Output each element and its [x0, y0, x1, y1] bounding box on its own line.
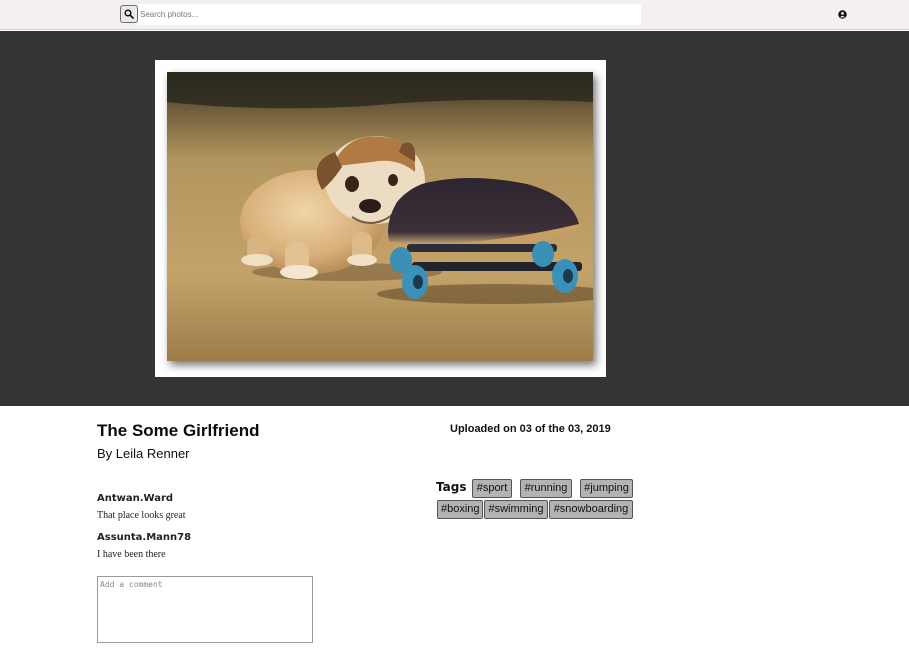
tag-jumping[interactable]: #jumping	[580, 479, 633, 498]
tags-label: Tags	[436, 480, 467, 494]
tag-swimming[interactable]: #swimming	[484, 500, 548, 519]
comment-text: I have been there	[97, 549, 166, 560]
tag-boxing[interactable]: #boxing	[437, 500, 483, 519]
search-icon	[124, 9, 134, 19]
comment-username: Antwan.Ward	[97, 493, 174, 504]
photo-frame	[155, 60, 606, 377]
photo-viewer	[0, 31, 909, 406]
photo-title: The Some Girlfriend	[97, 421, 260, 440]
user-icon[interactable]	[838, 10, 847, 19]
comment-text: That place looks great	[97, 510, 186, 521]
tag-running[interactable]: #running	[520, 479, 572, 498]
top-navigation-bar	[0, 0, 909, 30]
puppy-on-skateboard-photo[interactable]	[167, 72, 593, 361]
add-comment-field[interactable]	[97, 576, 313, 643]
search-button[interactable]	[120, 5, 138, 23]
tag-snowboarding[interactable]: #snowboarding	[549, 500, 633, 519]
search-input[interactable]	[138, 4, 641, 25]
upload-date: Uploaded on 03 of the 03, 2019	[450, 423, 611, 435]
tag-sport[interactable]: #sport	[472, 479, 512, 498]
comment-username: Assunta.Mann78	[97, 532, 192, 543]
photo-author: By Leila Renner	[97, 446, 190, 461]
